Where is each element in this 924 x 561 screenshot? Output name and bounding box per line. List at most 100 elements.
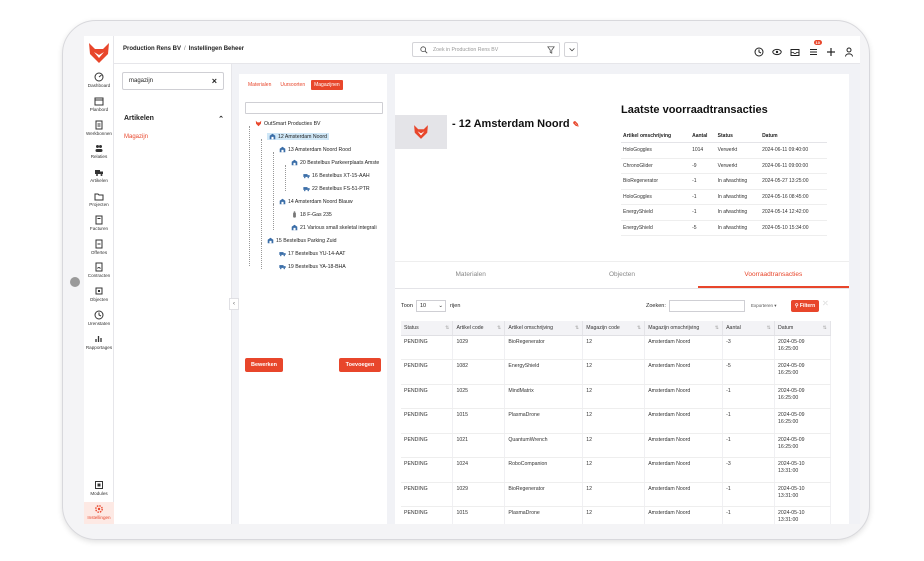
- breadcrumb-company[interactable]: Production Rens BV: [123, 46, 181, 52]
- search-input[interactable]: Zoek in Production Rens BV: [433, 47, 498, 53]
- plus-icon[interactable]: [826, 44, 836, 56]
- column-header[interactable]: Aantal ⇅: [722, 321, 776, 336]
- search-scope-dropdown[interactable]: [564, 42, 578, 57]
- rail-item-werkbonnen[interactable]: Werkbonnen: [84, 120, 114, 136]
- tree-node[interactable]: 21 Various small skeletal integrali: [291, 224, 377, 231]
- column-header[interactable]: Artikel omschrijving ⇅: [504, 321, 584, 336]
- edit-icon[interactable]: ✎: [573, 120, 580, 129]
- rail-item-relaties[interactable]: Relaties: [84, 143, 114, 159]
- gas-cylinder-icon: [293, 211, 296, 218]
- table-row[interactable]: PENDING 1015 PlasmaDrone 12 Amsterdam Noord -…: [401, 408, 831, 434]
- eye-icon[interactable]: [772, 44, 782, 56]
- chevron-up-icon[interactable]: ⌃: [218, 115, 224, 123]
- rail-item-projecten[interactable]: Projecten: [84, 191, 114, 207]
- tree-connector: [249, 126, 250, 266]
- settings-link-magazijn[interactable]: Magazijn: [124, 134, 148, 140]
- tree-node[interactable]: 19 Bestelbus YA-18-BHA: [279, 263, 346, 270]
- table-row[interactable]: PENDING 1082 EnergyShield 12 Amsterdam Noord…: [401, 359, 831, 385]
- sort-icon[interactable]: ⇅: [715, 325, 719, 331]
- inbox-icon[interactable]: [790, 44, 800, 56]
- tree-node[interactable]: 13 Amsterdam Noord Rood: [279, 146, 351, 153]
- table-cell: Verwerkt: [715, 142, 761, 159]
- tree-connector: [261, 139, 262, 243]
- rail-item-modules[interactable]: Modules: [84, 478, 114, 500]
- rail-item-dashboard[interactable]: Dashboard: [84, 72, 114, 88]
- tab-uursoorten[interactable]: Uursoorten: [277, 80, 308, 90]
- tab-materialen-detail[interactable]: Materialen: [395, 262, 546, 288]
- tree-node[interactable]: 14 Amsterdam Noord Blauw: [279, 198, 353, 205]
- clock-icon[interactable]: [754, 44, 764, 57]
- filter-button[interactable]: ⚲ Filtern: [791, 300, 819, 312]
- time-part: 16:25:00: [778, 345, 799, 352]
- tab-objecten[interactable]: Objecten: [546, 262, 697, 288]
- sort-icon[interactable]: ⇅: [497, 325, 501, 331]
- tree-node[interactable]: 16 Bestelbus XT-15-AAH: [303, 172, 370, 179]
- sort-icon[interactable]: ⇅: [637, 325, 641, 331]
- rail-item-objecten[interactable]: Objecten: [84, 286, 114, 302]
- rail-item-artikelen[interactable]: Artikelen: [84, 167, 114, 183]
- table-search-input[interactable]: [669, 300, 745, 312]
- sort-icon[interactable]: ⇅: [445, 325, 449, 331]
- tab-voorraadtransacties[interactable]: Voorraadtransacties: [697, 262, 849, 288]
- table-row[interactable]: PENDING 1029 BioRegenerator 12 Amsterdam Noo…: [401, 335, 831, 360]
- table-row: ChronoGlider -9 Verwerkt 2024-06-11 09:00:0…: [621, 158, 827, 174]
- tree-node[interactable]: 18 F-Gas 235: [291, 211, 332, 218]
- truck-icon: [95, 170, 103, 177]
- tree-node[interactable]: 17 Bestelbus YU-14-AAT: [279, 250, 345, 257]
- global-search[interactable]: Zoek in Production Rens BV: [412, 42, 560, 57]
- rail-item-rapportages[interactable]: Rapportages: [84, 334, 114, 350]
- time-part: 16:25:00: [778, 443, 799, 450]
- table-row[interactable]: PENDING 1021 QuantumWrench 12 Amsterdam Noor…: [401, 433, 831, 458]
- tree-node[interactable]: OutSmart Producties BV: [255, 120, 321, 127]
- column-header[interactable]: Magazijn code ⇅: [582, 321, 646, 336]
- table-cell: PENDING: [401, 384, 454, 409]
- close-icon[interactable]: ×: [212, 76, 217, 86]
- settings-section-header[interactable]: Artikelen ⌃: [124, 115, 224, 123]
- rail-item-instellingen[interactable]: Instellingen: [84, 502, 114, 524]
- rail-item-urenstaten[interactable]: Urenstaten: [84, 310, 114, 326]
- tree-node[interactable]: 20 Bestelbus Parkeerplaats Amste: [291, 159, 379, 166]
- edit-button[interactable]: Bewerken: [245, 358, 283, 372]
- tasks-icon[interactable]: 10: [808, 40, 822, 55]
- table-cell: BioRegenerator: [621, 173, 691, 190]
- sort-icon[interactable]: ⇅: [575, 325, 579, 331]
- user-icon[interactable]: [844, 44, 854, 57]
- tree-node[interactable]: 12 Amsterdam Noord: [267, 133, 330, 140]
- table-cell: -9: [690, 158, 716, 174]
- settings-search-input[interactable]: magazijn ×: [122, 72, 224, 90]
- clock-icon: [94, 310, 104, 320]
- table-cell-date: 2024-05-09 16:25:00: [774, 359, 831, 385]
- tree-node[interactable]: 15 Bestelbus Parking Zuid: [267, 237, 337, 244]
- column-header[interactable]: Magazijn omschrijving ⇅: [644, 321, 724, 336]
- table-cell: In afwachting: [715, 189, 761, 205]
- rail-item-facturen[interactable]: Facturen: [84, 215, 114, 231]
- table-row[interactable]: PENDING 1015 PlasmaDrone 12 Amsterdam Noord -…: [401, 506, 831, 524]
- rail-item-planbord[interactable]: Planbord: [84, 96, 114, 112]
- table-cell: 12: [582, 482, 646, 507]
- tree-node-label: 12 Amsterdam Noord: [278, 133, 328, 140]
- sort-icon[interactable]: ⇅: [767, 325, 771, 331]
- rail-item-offertes[interactable]: Offertes: [84, 239, 114, 255]
- sort-icon[interactable]: ⇅: [823, 325, 827, 331]
- filter-icon[interactable]: [547, 46, 555, 54]
- table-row[interactable]: PENDING 1029 BioRegenerator 12 Amsterdam Noo…: [401, 482, 831, 507]
- collapse-panel-button[interactable]: ‹: [229, 298, 239, 310]
- page-size-select[interactable]: 10 ⌄: [416, 300, 446, 312]
- table-row[interactable]: PENDING 1025 MindMatrix 12 Amsterdam Noord -1…: [401, 384, 831, 409]
- add-button[interactable]: Toevoegen: [339, 358, 381, 372]
- tab-magazijnen[interactable]: Magazijnen: [311, 80, 343, 90]
- tree-connector: [285, 165, 286, 191]
- column-header[interactable]: Artikel code ⇅: [452, 321, 506, 336]
- export-dropdown[interactable]: Exporteren ▾: [751, 303, 777, 309]
- table-row: EnergyShield -1 In afwachting 2024-05-14 12…: [621, 204, 827, 221]
- tree-node[interactable]: 22 Bestelbus FS-51-PTR: [303, 185, 370, 192]
- column-header[interactable]: Datum ⇅: [774, 321, 831, 336]
- clear-filter-icon[interactable]: ⤫: [823, 301, 828, 308]
- table-row[interactable]: PENDING 1024 RoboCompanion 12 Amsterdam Noor…: [401, 457, 831, 483]
- rail-item-contracten[interactable]: Contracten: [84, 262, 114, 278]
- column-header[interactable]: Status ⇅: [401, 321, 454, 336]
- tab-materialen[interactable]: Materialen: [245, 80, 274, 90]
- rail-item-label: Artikelen: [90, 178, 108, 184]
- table-cell: PlasmaDrone: [504, 506, 584, 524]
- tree-search-input[interactable]: [245, 102, 383, 114]
